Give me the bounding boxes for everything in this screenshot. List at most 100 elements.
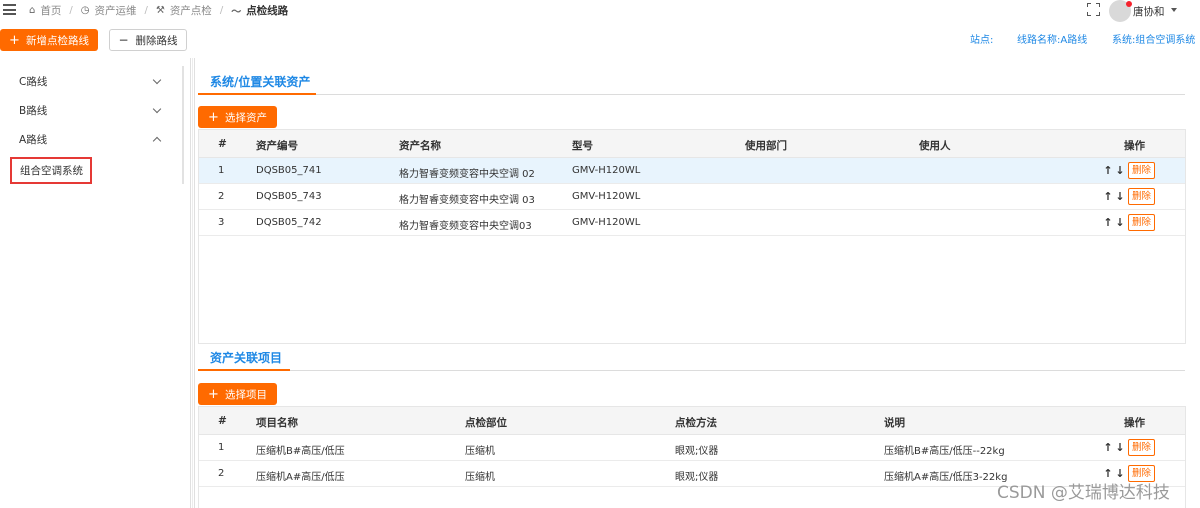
row-actions: ↑ ↓ 删除: [1102, 162, 1156, 179]
sidebar-scrollbar[interactable]: [182, 66, 184, 184]
row-actions: ↑ ↓ 删除: [1102, 214, 1156, 231]
breadcrumb-separator: /: [144, 5, 148, 16]
asset-model: GMV-H120WL: [572, 165, 641, 176]
avatar[interactable]: [1109, 0, 1132, 22]
clock-icon: ◷: [80, 5, 90, 16]
tools-icon: ⚒: [155, 5, 165, 16]
delete-row-button[interactable]: 删除: [1128, 188, 1156, 205]
breadcrumb-label: 首页: [40, 5, 62, 17]
pane-splitter[interactable]: [190, 58, 195, 508]
arrow-down-icon[interactable]: ↓: [1114, 216, 1126, 229]
breadcrumb-asset-inspection[interactable]: ⚒ 资产点检: [156, 3, 212, 18]
route-label: B路线: [19, 104, 48, 117]
column-header: 使用部门: [745, 140, 787, 152]
row-actions: ↑ ↓ 删除: [1102, 439, 1156, 456]
tab-divider: [290, 370, 1185, 371]
asset-name: 格力智睿变频变容中央空调03: [399, 221, 532, 232]
column-header: 点检方法: [675, 417, 717, 429]
select-asset-label: 选择资产: [224, 111, 267, 124]
column-header: 资产名称: [399, 140, 441, 152]
breadcrumb-home[interactable]: ⌂ 首页: [29, 3, 61, 18]
arrow-down-icon[interactable]: ↓: [1114, 190, 1126, 203]
plus-icon: +: [9, 32, 20, 48]
item-name: 压缩机B#高压/低压: [256, 446, 345, 457]
breadcrumb-label: 资产点检: [169, 5, 212, 17]
asset-code: DQSB05_741: [256, 165, 322, 176]
column-header: 项目名称: [256, 417, 298, 429]
plus-icon: +: [208, 109, 219, 125]
column-header: 操作: [1124, 140, 1145, 152]
chevron-up-icon[interactable]: [152, 136, 162, 145]
route-child-ahu-system[interactable]: 组合空调系统: [10, 157, 92, 184]
item-part: 压缩机: [465, 446, 495, 457]
add-route-button[interactable]: + 新增点检路线: [0, 29, 98, 51]
table-row[interactable]: 3 DQSB05_742 格力智睿变频变容中央空调03 GMV-H120WL ↑…: [199, 210, 1185, 236]
breadcrumb: ⌂ 首页 / ◷ 资产运维 / ⚒ 资产点检 / 〜 点检线路: [29, 3, 288, 18]
row-index: 3: [218, 217, 225, 228]
asset-table: # 资产编号 资产名称 型号 使用部门 使用人 操作 1 DQSB05_741 …: [198, 129, 1186, 344]
route-label: A路线: [19, 133, 48, 146]
column-header: 型号: [572, 140, 593, 152]
route-label: C路线: [19, 75, 48, 88]
arrow-up-icon[interactable]: ↑: [1102, 441, 1114, 454]
watermark: CSDN @艾瑞博达科技: [997, 483, 1170, 503]
asset-model: GMV-H120WL: [572, 191, 641, 202]
route-item-c[interactable]: C路线: [0, 67, 170, 95]
route-item-a[interactable]: A路线: [0, 125, 170, 153]
page-root: ⌂ 首页 / ◷ 资产运维 / ⚒ 资产点检 / 〜 点检线路 唐协和 + 新增…: [0, 0, 1200, 508]
tab-divider: [316, 94, 1185, 95]
tab-related-items[interactable]: 资产关联项目: [210, 349, 282, 366]
breadcrumb-separator: /: [69, 5, 73, 16]
arrow-down-icon[interactable]: ↓: [1114, 441, 1126, 454]
user-name[interactable]: 唐协和: [1133, 4, 1165, 19]
select-item-button[interactable]: + 选择项目: [198, 383, 277, 405]
table-row[interactable]: 1 DQSB05_741 格力智睿变频变容中央空调 02 GMV-H120WL …: [199, 158, 1185, 184]
route-child-label: 组合空调系统: [20, 165, 83, 177]
system-info: 系统:组合空调系统: [1112, 35, 1196, 46]
column-header: 操作: [1124, 417, 1145, 429]
item-name: 压缩机A#高压/低压: [256, 472, 345, 483]
fullscreen-icon[interactable]: [1087, 3, 1100, 16]
arrow-up-icon[interactable]: ↑: [1102, 216, 1114, 229]
row-index: 2: [218, 468, 225, 479]
column-header: 说明: [884, 417, 905, 429]
item-method: 眼观;仪器: [675, 472, 719, 483]
menu-toggle-icon[interactable]: [3, 4, 16, 15]
row-index: 1: [218, 442, 225, 453]
chevron-down-icon[interactable]: [152, 75, 162, 84]
table-row[interactable]: 2 DQSB05_743 格力智睿变频变容中央空调 03 GMV-H120WL …: [199, 184, 1185, 210]
column-header: #: [218, 138, 227, 150]
column-header: 点检部位: [465, 417, 507, 429]
breadcrumb-label: 点检线路: [246, 5, 289, 17]
row-index: 1: [218, 165, 225, 176]
delete-row-button[interactable]: 删除: [1128, 162, 1156, 179]
tab-active-indicator: [198, 369, 290, 371]
tab-active-indicator: [198, 93, 316, 95]
top-bar: ⌂ 首页 / ◷ 资产运维 / ⚒ 资产点检 / 〜 点检线路 唐协和: [0, 0, 1200, 22]
minus-icon: −: [118, 33, 129, 47]
asset-code: DQSB05_742: [256, 217, 322, 228]
column-header: 资产编号: [256, 140, 298, 152]
notification-dot-icon: [1126, 1, 1132, 7]
arrow-down-icon[interactable]: ↓: [1114, 164, 1126, 177]
column-header: 使用人: [919, 140, 951, 152]
chevron-down-icon[interactable]: [152, 104, 162, 113]
caret-down-icon[interactable]: [1171, 8, 1177, 12]
arrow-up-icon[interactable]: ↑: [1102, 190, 1114, 203]
select-asset-button[interactable]: + 选择资产: [198, 106, 277, 128]
route-item-b[interactable]: B路线: [0, 96, 170, 124]
delete-route-button[interactable]: − 删除路线: [109, 29, 187, 51]
table-header: # 资产编号 资产名称 型号 使用部门 使用人 操作: [199, 130, 1185, 158]
row-actions: ↑ ↓ 删除: [1102, 188, 1156, 205]
select-item-label: 选择项目: [224, 388, 267, 401]
delete-row-button[interactable]: 删除: [1128, 439, 1156, 456]
tab-related-assets[interactable]: 系统/位置关联资产: [210, 73, 310, 90]
arrow-up-icon[interactable]: ↑: [1102, 164, 1114, 177]
delete-route-label: 删除路线: [135, 34, 178, 47]
route-name-info: 线路名称:A路线: [1017, 35, 1088, 46]
breadcrumb-asset-ops[interactable]: ◷ 资产运维: [81, 3, 137, 18]
item-part: 压缩机: [465, 472, 495, 483]
add-route-label: 新增点检路线: [25, 34, 89, 47]
table-row[interactable]: 1 压缩机B#高压/低压 压缩机 眼观;仪器 压缩机B#高压/低压--22kg …: [199, 435, 1185, 461]
delete-row-button[interactable]: 删除: [1128, 214, 1156, 231]
